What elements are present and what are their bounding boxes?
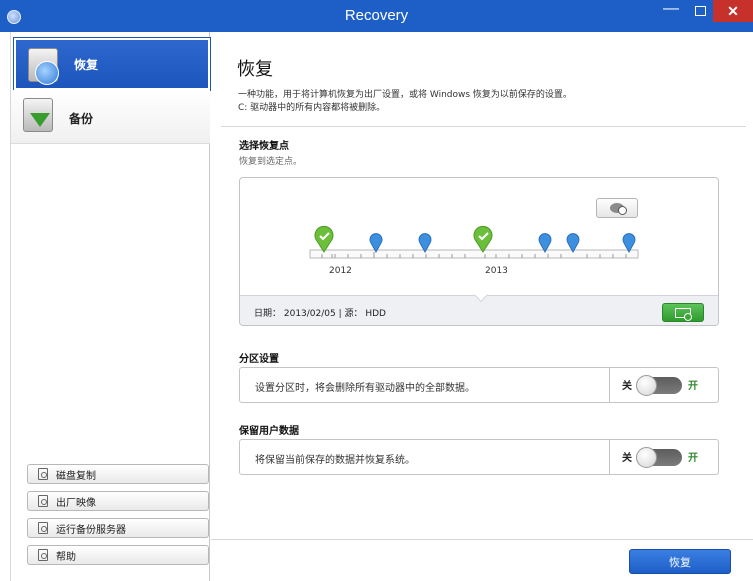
toggle-knob[interactable] xyxy=(636,447,657,468)
partition-heading: 分区设置 xyxy=(239,354,279,365)
restore-point-info-bar: 日期： 2013/02/05 | 源： HDD xyxy=(240,287,718,325)
factory-image-button[interactable]: 出厂映像 xyxy=(27,491,209,511)
sidebar-item-label: 恢复 xyxy=(74,58,99,72)
restore-point-subheading: 恢复到选定点。 xyxy=(239,157,303,167)
sidebar-item-recovery[interactable]: 恢复 xyxy=(13,37,211,91)
restore-point-marker-check[interactable] xyxy=(314,225,334,253)
backup-server-button[interactable]: 运行备份服务器 xyxy=(27,518,209,538)
restore-point-heading: 选择恢复点 xyxy=(239,141,289,152)
factory-image-label: 出厂映像 xyxy=(56,497,96,509)
keep-data-setting-row: 将保留当前保存的数据并恢复系统。 关 开 xyxy=(239,439,719,475)
partition-setting-row: 设置分区时，将会删除所有驱动器中的全部数据。 关 开 xyxy=(239,367,719,403)
maximize-button[interactable] xyxy=(690,0,710,22)
maximize-icon xyxy=(694,6,706,16)
disk-copy-label: 磁盘复制 xyxy=(56,470,96,482)
toggle-on-label: 开 xyxy=(688,453,698,464)
keep-data-heading: 保留用户数据 xyxy=(239,426,299,437)
year-label-2013: 2013 xyxy=(485,266,508,276)
description-line-2: C: 驱动器中的所有内容都将被删除。 xyxy=(238,103,386,113)
disk-copy-icon xyxy=(38,468,48,480)
main-panel: 恢复 一种功能，用于将计算机恢复为出厂设置，或将 Windows 恢复为以前保存… xyxy=(211,32,753,581)
close-button[interactable]: ✕ xyxy=(713,0,753,22)
page-title: 恢复 xyxy=(237,59,273,80)
restore-point-marker[interactable] xyxy=(622,233,636,254)
restore-point-marker[interactable] xyxy=(566,233,580,254)
sidebar-item-label: 备份 xyxy=(69,112,94,126)
toggle-off-label: 关 xyxy=(622,381,632,392)
page-description: 一种功能，用于将计算机恢复为出厂设置，或将 Windows 恢复为以前保存的设置… xyxy=(238,89,738,115)
minimize-button[interactable]: — xyxy=(658,0,684,20)
divider xyxy=(211,539,753,540)
browse-restore-point-button[interactable] xyxy=(662,303,704,322)
year-label-2012: 2012 xyxy=(329,266,352,276)
restore-point-marker[interactable] xyxy=(538,233,552,254)
backup-server-label: 运行备份服务器 xyxy=(56,524,126,536)
partition-toggle[interactable] xyxy=(636,375,682,396)
restore-point-marker-check-selected[interactable] xyxy=(473,225,493,253)
toggle-on-label: 开 xyxy=(688,381,698,392)
backup-server-icon xyxy=(38,522,48,534)
left-gutter xyxy=(0,32,10,581)
recovery-disk-icon xyxy=(28,48,59,85)
help-icon xyxy=(38,549,48,561)
restore-point-timeline: 2012 2013 日期： 2013/02/05 | 源： HDD xyxy=(239,177,719,326)
sidebar-item-backup[interactable]: 备份 xyxy=(11,90,210,144)
toggle-off-label: 关 xyxy=(622,453,632,464)
backup-download-icon xyxy=(23,98,53,132)
sidebar: 恢复 备份 磁盘复制 出厂映像 运行备份服务器 帮助 xyxy=(10,32,211,581)
restore-point-info: 日期： 2013/02/05 | 源： HDD xyxy=(254,309,386,319)
window-title: Recovery xyxy=(344,7,409,24)
divider xyxy=(221,126,746,127)
restore-button[interactable]: 恢复 xyxy=(629,549,731,574)
restore-point-marker[interactable] xyxy=(418,233,432,254)
help-button[interactable]: 帮助 xyxy=(27,545,209,565)
description-line-1: 一种功能，用于将计算机恢复为出厂设置，或将 Windows 恢复为以前保存的设置… xyxy=(238,90,572,100)
timeline-bar xyxy=(309,249,639,259)
help-label: 帮助 xyxy=(56,551,76,563)
divider xyxy=(609,368,610,402)
divider xyxy=(609,440,610,474)
disk-copy-button[interactable]: 磁盘复制 xyxy=(27,464,209,484)
keep-data-toggle[interactable] xyxy=(636,447,682,468)
timeline-track xyxy=(309,225,639,259)
search-monitor-icon xyxy=(675,307,692,321)
keep-data-setting-text: 将保留当前保存的数据并恢复系统。 xyxy=(255,455,415,466)
partition-setting-text: 设置分区时，将会删除所有驱动器中的全部数据。 xyxy=(255,383,475,394)
factory-image-icon xyxy=(38,495,48,507)
toggle-knob[interactable] xyxy=(636,375,657,396)
title-bar: Recovery — ✕ xyxy=(0,0,753,32)
restore-point-marker[interactable] xyxy=(369,233,383,254)
